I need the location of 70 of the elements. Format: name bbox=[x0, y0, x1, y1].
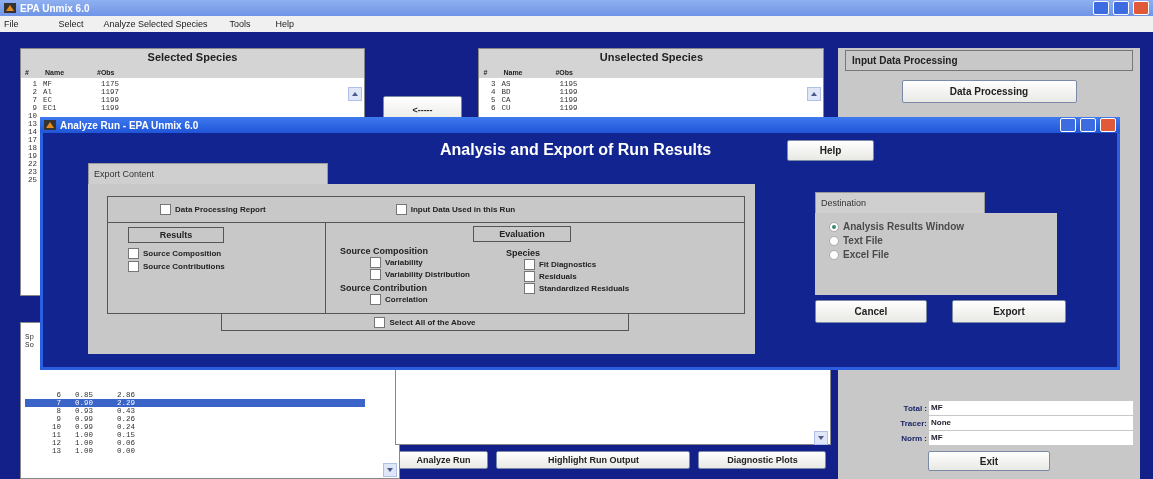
close-icon[interactable] bbox=[1133, 1, 1149, 15]
checkbox[interactable] bbox=[370, 257, 381, 268]
dialog-heading: Analysis and Export of Run Results bbox=[440, 141, 712, 159]
scroll-up-icon[interactable] bbox=[807, 87, 822, 101]
radio-label: Excel File bbox=[843, 249, 890, 260]
checkbox[interactable] bbox=[395, 204, 407, 215]
radio-button[interactable] bbox=[829, 249, 839, 260]
checkbox-label: Standardized Residuals bbox=[538, 284, 630, 293]
menu-item[interactable]: Analyze Selected Species bbox=[103, 19, 208, 29]
summary-value: MF bbox=[929, 401, 1133, 415]
maximize-icon[interactable] bbox=[1113, 1, 1129, 15]
menu-item[interactable]: Select bbox=[58, 19, 84, 29]
panel-title: Unselected Species bbox=[598, 51, 705, 65]
checkbox[interactable] bbox=[523, 259, 535, 270]
data-processing-button[interactable]: Data Processing bbox=[901, 80, 1077, 103]
run-button[interactable]: Diagnostic Plots bbox=[698, 451, 827, 469]
checkbox[interactable] bbox=[128, 261, 139, 272]
checkbox-label: Source Contributions bbox=[143, 262, 225, 271]
help-button[interactable]: Help bbox=[787, 139, 875, 161]
menu-item[interactable]: Help bbox=[275, 19, 295, 29]
window-title: EPA Unmix 6.0 bbox=[20, 2, 91, 14]
checkbox[interactable] bbox=[374, 316, 386, 328]
radio-button[interactable] bbox=[829, 235, 839, 246]
group-title: Results bbox=[128, 227, 224, 243]
checkbox[interactable] bbox=[370, 294, 381, 305]
group-label: Species bbox=[505, 248, 541, 258]
maximize-icon[interactable] bbox=[1080, 118, 1096, 132]
checkbox-label: Variability Distribution bbox=[385, 270, 470, 279]
scroll-down-icon[interactable] bbox=[383, 463, 397, 477]
checkbox-label: Correlation bbox=[385, 295, 428, 304]
summary-value: MF bbox=[929, 431, 1133, 445]
dialog-button[interactable]: Cancel bbox=[815, 300, 927, 323]
scroll-down-icon[interactable] bbox=[814, 431, 829, 445]
summary-value: None bbox=[929, 416, 1133, 430]
app-icon bbox=[4, 3, 16, 13]
radio-button[interactable] bbox=[829, 221, 839, 232]
checkbox-label: Variability bbox=[385, 258, 423, 267]
group-title: Evaluation bbox=[473, 226, 571, 242]
checkbox[interactable] bbox=[370, 269, 381, 280]
minimize-icon[interactable] bbox=[1093, 1, 1109, 15]
dialog-button[interactable]: Export bbox=[952, 300, 1066, 323]
menu-item[interactable]: Tools bbox=[229, 19, 251, 29]
checkbox-label: Select All of the Above bbox=[389, 317, 476, 327]
radio-label: Analysis Results Window bbox=[843, 221, 965, 232]
checkbox[interactable] bbox=[523, 283, 535, 294]
checkbox[interactable] bbox=[128, 248, 139, 259]
checkbox[interactable] bbox=[523, 271, 535, 282]
summary-label: Tracer: bbox=[899, 418, 927, 428]
exit-button[interactable]: Exit bbox=[928, 451, 1050, 471]
checkbox-label: Residuals bbox=[538, 272, 577, 281]
group-title: Input Data Processing bbox=[845, 50, 1133, 71]
menu-item[interactable]: File bbox=[4, 19, 19, 29]
checkbox-label: Source Composition bbox=[143, 249, 222, 258]
minimize-icon[interactable] bbox=[1060, 118, 1076, 132]
panel-title: Selected Species bbox=[146, 51, 239, 65]
summary-label: Norm : bbox=[900, 433, 927, 443]
group-label: Source Contribution bbox=[340, 283, 428, 293]
summary-label: Total : bbox=[902, 403, 927, 413]
run-button[interactable]: Analyze Run bbox=[398, 451, 489, 469]
dialog-title: Analyze Run - EPA Unmix 6.0 bbox=[60, 119, 200, 131]
group-label: Source Composition bbox=[340, 246, 429, 256]
radio-label: Text File bbox=[843, 235, 883, 246]
checkbox-label: Data Processing Report bbox=[175, 205, 266, 214]
checkbox-label: Input Data Used in this Run bbox=[410, 205, 516, 214]
close-icon[interactable] bbox=[1100, 118, 1116, 132]
app-icon bbox=[44, 120, 56, 130]
run-button[interactable]: Highlight Run Output bbox=[496, 451, 691, 469]
checkbox-label: Fit Diagnostics bbox=[538, 260, 597, 269]
checkbox[interactable] bbox=[160, 204, 171, 215]
scroll-up-icon[interactable] bbox=[348, 87, 362, 101]
